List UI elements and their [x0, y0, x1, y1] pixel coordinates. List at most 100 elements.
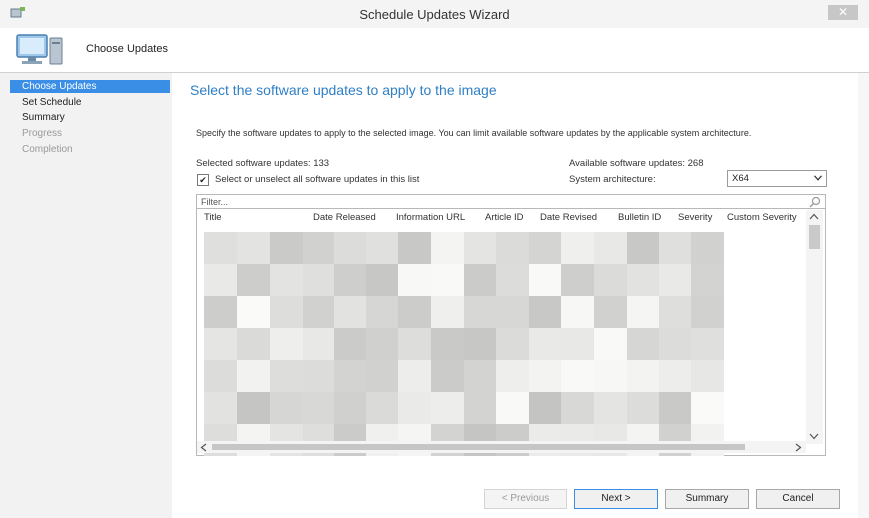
- cancel-button[interactable]: Cancel: [756, 489, 840, 509]
- blurred-cell: [627, 232, 660, 264]
- blurred-cell: [464, 264, 497, 296]
- close-button[interactable]: ✕: [828, 5, 858, 20]
- page-title: Select the software updates to apply to …: [190, 82, 497, 98]
- blurred-cell: [398, 296, 431, 328]
- blurred-cell: [334, 232, 367, 264]
- blurred-cell: [464, 392, 497, 424]
- blurred-cell: [366, 360, 399, 392]
- blurred-cell: [204, 328, 237, 360]
- blurred-cell: [594, 296, 627, 328]
- column-header-article-id[interactable]: Article ID: [485, 212, 524, 223]
- blurred-cell: [496, 264, 529, 296]
- column-header-severity[interactable]: Severity: [678, 212, 712, 223]
- blurred-cell: [659, 360, 692, 392]
- column-header-information-url[interactable]: Information URL: [396, 212, 465, 223]
- blurred-cell: [270, 264, 303, 296]
- blurred-cell: [431, 264, 464, 296]
- column-header-date-released[interactable]: Date Released: [313, 212, 376, 223]
- select-all-label: Select or unselect all software updates …: [215, 174, 420, 185]
- blurred-cell: [594, 360, 627, 392]
- scroll-right-icon[interactable]: [795, 443, 802, 452]
- blurred-cell: [659, 232, 692, 264]
- sidebar-item-choose-updates[interactable]: Choose Updates: [22, 81, 97, 92]
- next-button[interactable]: Next >: [574, 489, 658, 509]
- blurred-cell: [303, 360, 336, 392]
- blurred-cell: [237, 360, 270, 392]
- blurred-cell: [398, 328, 431, 360]
- previous-button[interactable]: < Previous: [484, 489, 567, 509]
- blurred-cell: [366, 296, 399, 328]
- blurred-cell: [270, 328, 303, 360]
- summary-button[interactable]: Summary: [665, 489, 749, 509]
- blurred-cell: [529, 232, 562, 264]
- blurred-cell: [366, 392, 399, 424]
- column-header-title[interactable]: Title: [204, 212, 222, 223]
- window-scrollbar[interactable]: [858, 73, 869, 518]
- blurred-cell: [561, 264, 594, 296]
- blurred-cell: [431, 360, 464, 392]
- column-header-bulletin-id[interactable]: Bulletin ID: [618, 212, 661, 223]
- blurred-cell: [303, 296, 336, 328]
- chevron-down-icon: [814, 175, 822, 181]
- blurred-cell: [464, 328, 497, 360]
- blurred-cell: [561, 232, 594, 264]
- blurred-cell: [464, 360, 497, 392]
- blurred-cell: [431, 232, 464, 264]
- blurred-cell: [398, 232, 431, 264]
- blurred-cell: [627, 360, 660, 392]
- blurred-cell: [659, 392, 692, 424]
- arch-label: System architecture:: [569, 174, 656, 185]
- blurred-cell: [334, 264, 367, 296]
- blurred-cell: [464, 296, 497, 328]
- blurred-cell: [366, 328, 399, 360]
- scroll-down-icon[interactable]: [809, 433, 819, 440]
- blurred-cell: [529, 392, 562, 424]
- select-all-checkbox[interactable]: ✔: [197, 174, 209, 186]
- scroll-up-icon[interactable]: [809, 213, 819, 220]
- sidebar-item-progress: Progress: [22, 128, 63, 139]
- blurred-cell: [627, 264, 660, 296]
- blurred-cell: [303, 328, 336, 360]
- blurred-cell: [398, 264, 431, 296]
- blurred-cell: [270, 392, 303, 424]
- blurred-cell: [204, 392, 237, 424]
- blurred-cell: [561, 392, 594, 424]
- header-title: Choose Updates: [86, 43, 168, 55]
- blurred-cell: [659, 328, 692, 360]
- column-header-date-revised[interactable]: Date Revised: [540, 212, 597, 223]
- search-icon[interactable]: [809, 196, 821, 208]
- blurred-cell: [594, 392, 627, 424]
- blurred-cell: [303, 392, 336, 424]
- blurred-cell: [204, 296, 237, 328]
- grid-vertical-scroll-thumb[interactable]: [809, 225, 820, 249]
- blurred-cell: [496, 232, 529, 264]
- arch-select-value: X64: [732, 173, 749, 184]
- blurred-cell: [594, 264, 627, 296]
- blurred-cell: [594, 328, 627, 360]
- blurred-cell: [594, 232, 627, 264]
- blurred-cell: [627, 328, 660, 360]
- selected-count-label: Selected software updates: 133: [196, 158, 330, 169]
- system-architecture-select[interactable]: X64: [727, 170, 827, 187]
- blurred-cell: [691, 328, 724, 360]
- blurred-cell: [691, 360, 724, 392]
- scroll-left-icon[interactable]: [200, 443, 207, 452]
- page-description: Specify the software updates to apply to…: [196, 128, 752, 138]
- blurred-cell: [691, 264, 724, 296]
- blurred-cell: [334, 360, 367, 392]
- sidebar-item-summary[interactable]: Summary: [22, 112, 65, 123]
- blurred-cell: [303, 264, 336, 296]
- blurred-cell: [529, 360, 562, 392]
- grid-horizontal-scroll-thumb[interactable]: [212, 444, 745, 450]
- blurred-cell: [366, 264, 399, 296]
- blurred-cell: [237, 296, 270, 328]
- blurred-cell: [398, 392, 431, 424]
- sidebar-item-completion: Completion: [22, 144, 73, 155]
- blurred-cell: [204, 360, 237, 392]
- blurred-cell: [237, 264, 270, 296]
- filter-placeholder: Filter...: [201, 197, 229, 207]
- column-header-custom-severity[interactable]: Custom Severity: [727, 212, 797, 223]
- sidebar-item-set-schedule[interactable]: Set Schedule: [22, 97, 82, 108]
- blurred-cell: [431, 392, 464, 424]
- blurred-cell: [204, 264, 237, 296]
